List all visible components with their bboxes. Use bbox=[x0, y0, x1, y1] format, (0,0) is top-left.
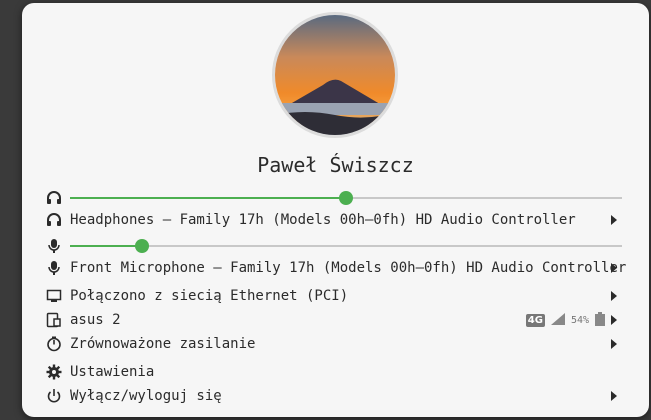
input-volume-slider[interactable] bbox=[70, 238, 622, 254]
power-off-label: Wyłącz/wyloguj się bbox=[70, 388, 222, 404]
chevron-right-icon bbox=[611, 291, 617, 301]
chevron-right-icon bbox=[611, 391, 617, 401]
settings-label: Ustawienia bbox=[70, 364, 155, 380]
power-icon bbox=[46, 388, 62, 404]
power-mode-item[interactable]: Zrównoważone zasilanie bbox=[46, 333, 649, 355]
gear-icon bbox=[46, 364, 62, 380]
chevron-right-icon bbox=[611, 315, 617, 325]
mobile-device-label: asus 2 bbox=[70, 312, 121, 328]
avatar-image bbox=[275, 15, 395, 135]
chevron-right-icon bbox=[611, 263, 617, 273]
headphones-icon bbox=[46, 212, 62, 228]
system-menu-panel: Paweł Świszcz Headphones – Family 17h (M… bbox=[22, 3, 649, 417]
slider-fill bbox=[70, 197, 346, 199]
wired-network-icon bbox=[46, 288, 62, 304]
power-off-item[interactable]: Wyłącz/wyloguj się bbox=[46, 385, 649, 407]
user-name: Paweł Świszcz bbox=[257, 153, 414, 177]
slider-fill bbox=[70, 245, 142, 247]
output-volume-slider[interactable] bbox=[70, 190, 622, 206]
settings-item[interactable]: Ustawienia bbox=[46, 361, 649, 383]
power-mode-label: Zrównoważone zasilanie bbox=[70, 336, 256, 352]
input-device-label: Front Microphone – Family 17h (Models 00… bbox=[70, 260, 627, 276]
power-profile-icon bbox=[46, 336, 62, 352]
output-device-item[interactable]: Headphones – Family 17h (Models 00h–0fh)… bbox=[46, 209, 649, 231]
network-type-badge: 4G bbox=[525, 313, 545, 327]
microphone-icon[interactable] bbox=[46, 238, 62, 254]
chevron-right-icon bbox=[611, 339, 617, 349]
battery-percent: 54% bbox=[570, 314, 589, 326]
mobile-device-item[interactable]: asus 2 4G 54% bbox=[46, 309, 649, 331]
phone-icon bbox=[46, 312, 62, 328]
output-device-label: Headphones – Family 17h (Models 00h–0fh)… bbox=[70, 212, 576, 228]
network-label: Połączono z siecią Ethernet (PCI) bbox=[70, 288, 349, 304]
slider-knob[interactable] bbox=[339, 191, 353, 205]
headphones-icon[interactable] bbox=[46, 190, 62, 206]
slider-track bbox=[70, 245, 622, 247]
avatar[interactable] bbox=[272, 12, 398, 138]
slider-knob[interactable] bbox=[134, 239, 149, 253]
microphone-icon bbox=[46, 260, 62, 276]
input-device-item[interactable]: Front Microphone – Family 17h (Models 00… bbox=[46, 257, 649, 279]
battery-icon bbox=[595, 311, 605, 329]
mobile-status: 4G 54% bbox=[525, 311, 605, 329]
chevron-right-icon bbox=[611, 215, 617, 225]
signal-strength-icon bbox=[550, 312, 565, 328]
network-item[interactable]: Połączono z siecią Ethernet (PCI) bbox=[46, 285, 649, 307]
